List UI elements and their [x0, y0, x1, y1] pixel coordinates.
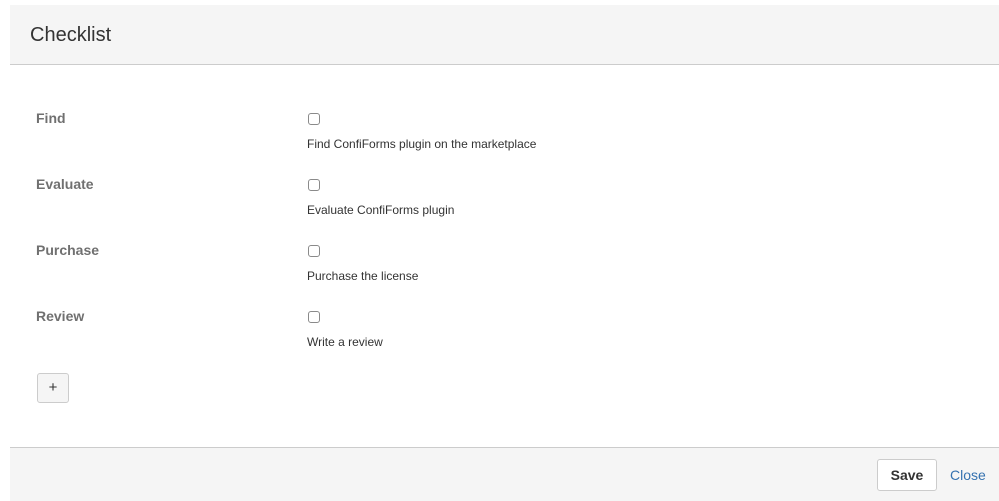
dialog-title: Checklist	[30, 24, 112, 46]
checkbox-review[interactable]	[308, 311, 320, 323]
checklist-dialog: Checklist Find Find ConfiForms plugin on…	[10, 5, 999, 501]
field-label-find: Find	[36, 110, 66, 126]
add-row-button[interactable]: +	[37, 373, 69, 403]
checkbox-evaluate[interactable]	[308, 179, 320, 191]
field-description-find: Find ConfiForms plugin on the marketplac…	[307, 137, 537, 151]
save-button[interactable]: Save	[877, 459, 937, 491]
checkbox-find[interactable]	[308, 113, 320, 125]
field-label-purchase: Purchase	[36, 242, 100, 258]
field-row-find: Find Find ConfiForms plugin on the marke…	[10, 109, 999, 169]
close-link[interactable]: Close	[950, 466, 986, 484]
field-label-review: Review	[36, 308, 85, 324]
field-row-review: Review Write a review	[10, 307, 999, 367]
dialog-header: Checklist	[10, 5, 999, 65]
field-row-purchase: Purchase Purchase the license	[10, 241, 999, 301]
checkbox-purchase[interactable]	[308, 245, 320, 257]
field-row-evaluate: Evaluate Evaluate ConfiForms plugin	[10, 175, 999, 235]
field-description-review: Write a review	[307, 335, 383, 349]
field-description-purchase: Purchase the license	[307, 269, 419, 283]
field-label-evaluate: Evaluate	[36, 176, 94, 192]
dialog-footer: Save Close	[10, 447, 999, 501]
field-description-evaluate: Evaluate ConfiForms plugin	[307, 203, 455, 217]
